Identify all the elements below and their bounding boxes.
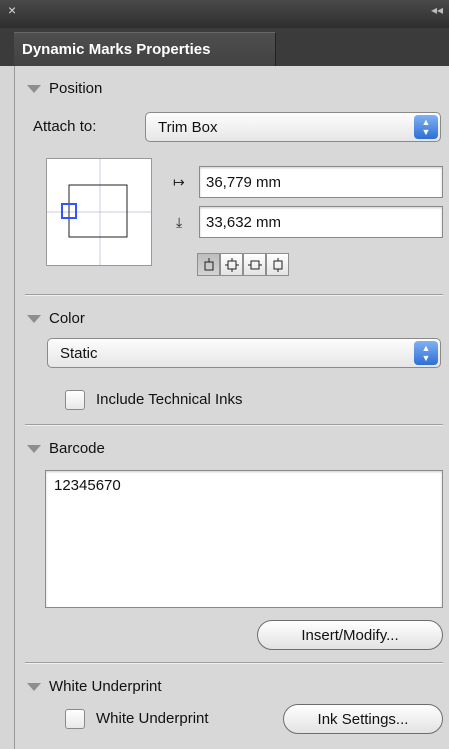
attach-to-label: Attach to: bbox=[33, 118, 97, 135]
white-underprint-label: White Underprint bbox=[96, 710, 209, 727]
tab-dynamic-marks-properties[interactable]: Dynamic Marks Properties bbox=[14, 32, 276, 66]
disclosure-triangle-icon[interactable] bbox=[27, 682, 41, 691]
dropdown-stepper-icon: ▲ ▼ bbox=[414, 115, 438, 139]
horizontal-offset-icon: ↦ bbox=[173, 174, 185, 190]
color-mode-dropdown[interactable]: Static ▲ ▼ bbox=[47, 338, 441, 368]
anchor-top-button[interactable] bbox=[197, 253, 220, 276]
x-offset-field[interactable]: 36,779 mm bbox=[199, 166, 443, 198]
section-divider bbox=[25, 424, 443, 426]
include-technical-inks-label: Include Technical Inks bbox=[96, 391, 243, 408]
anchor-all-sides-button[interactable] bbox=[220, 253, 243, 276]
y-offset-field[interactable]: 33,632 mm bbox=[199, 206, 443, 238]
section-header-barcode[interactable]: Barcode bbox=[25, 440, 105, 457]
position-preview bbox=[46, 158, 152, 266]
x-offset-value: 36,779 mm bbox=[206, 173, 282, 191]
section-divider bbox=[25, 662, 443, 664]
dropdown-stepper-icon: ▲ ▼ bbox=[414, 341, 438, 365]
anchor-top-bottom-button[interactable] bbox=[266, 253, 289, 276]
color-mode-value: Static bbox=[60, 344, 98, 362]
anchor-button-group bbox=[197, 253, 289, 276]
section-header-position[interactable]: Position bbox=[25, 80, 102, 97]
section-title: White Underprint bbox=[49, 678, 162, 695]
section-header-white-underprint[interactable]: White Underprint bbox=[25, 678, 162, 695]
properties-panel: Position Attach to: Trim Box ▲ ▼ ↦ 36,779… bbox=[14, 66, 449, 749]
close-icon[interactable]: × bbox=[8, 2, 16, 18]
disclosure-triangle-icon[interactable] bbox=[27, 444, 41, 453]
section-title: Color bbox=[49, 310, 85, 327]
barcode-value: 12345670 bbox=[54, 477, 121, 494]
anchor-top-bottom-icon bbox=[273, 257, 282, 272]
anchor-top-icon bbox=[204, 257, 213, 270]
white-underprint-checkbox[interactable] bbox=[65, 709, 85, 729]
anchor-all-sides-icon bbox=[224, 257, 239, 272]
insert-modify-button[interactable]: Insert/Modify... bbox=[257, 620, 443, 650]
ink-settings-button[interactable]: Ink Settings... bbox=[283, 704, 443, 734]
vertical-offset-icon: ⤓ bbox=[176, 214, 183, 230]
attach-to-dropdown[interactable]: Trim Box ▲ ▼ bbox=[145, 112, 441, 142]
anchor-left-right-icon bbox=[247, 260, 262, 269]
collapse-icon[interactable]: ◂◂ bbox=[431, 2, 443, 18]
section-title: Position bbox=[49, 80, 103, 97]
section-divider bbox=[25, 294, 443, 296]
include-technical-inks-checkbox[interactable] bbox=[65, 390, 85, 410]
attach-to-value: Trim Box bbox=[158, 118, 218, 136]
barcode-textarea[interactable]: 12345670 bbox=[45, 470, 443, 608]
position-preview-graphic bbox=[47, 159, 151, 265]
y-offset-value: 33,632 mm bbox=[206, 213, 282, 231]
disclosure-triangle-icon[interactable] bbox=[27, 314, 41, 323]
anchor-left-right-button[interactable] bbox=[243, 253, 266, 276]
section-title: Barcode bbox=[49, 440, 105, 457]
section-header-color[interactable]: Color bbox=[25, 310, 85, 327]
disclosure-triangle-icon[interactable] bbox=[27, 84, 41, 93]
panel-title-bar: × ◂◂ bbox=[0, 0, 449, 28]
tab-label: Dynamic Marks Properties bbox=[22, 41, 211, 58]
